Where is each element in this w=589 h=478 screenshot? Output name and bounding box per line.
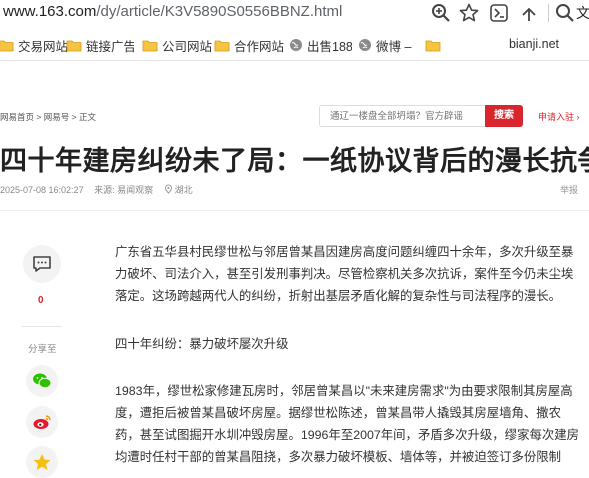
comment-button[interactable]	[23, 245, 61, 283]
bookmark-label: 出售188	[307, 39, 352, 54]
rail-divider	[22, 326, 62, 327]
breadcrumb-separator: >	[71, 112, 79, 122]
bookmark-item[interactable]: 公司网站	[142, 37, 213, 54]
url-host: www.163.com	[3, 3, 97, 20]
bookmark-label: 合作网站	[234, 39, 285, 54]
share-weibo-button[interactable]	[26, 406, 58, 438]
location-icon	[164, 184, 172, 194]
article-meta: 2025-07-08 16:02:27 来源: 易闻观察 湖北	[0, 183, 201, 196]
divider	[0, 210, 589, 211]
breadcrumb-wangyihao[interactable]: 网易号	[44, 112, 70, 122]
folder-icon	[214, 40, 230, 51]
address-bar[interactable]: www.163.com/dy/article/K3V5890S0556BBNZ.…	[0, 0, 589, 27]
article-source[interactable]: 来源: 易闻观察	[94, 185, 153, 195]
report-link[interactable]: 举报	[560, 183, 578, 196]
breadcrumb: 网易首页 > 网易号 > 正文	[0, 111, 96, 123]
url-path: /dy/article/K3V5890S0556BBNZ.html	[96, 3, 343, 20]
search-input[interactable]	[330, 107, 490, 126]
bookmark-label: 公司网站	[162, 39, 213, 54]
qzone-star-icon	[33, 454, 51, 470]
bookmark-item[interactable]: 合作网站	[214, 37, 285, 54]
url-text[interactable]: www.163.com/dy/article/K3V5890S0556BBNZ.…	[3, 3, 342, 20]
bookmark-label: 交易网站	[18, 39, 69, 54]
bookmark-label: 链接广告	[86, 39, 134, 54]
search-icon[interactable]	[554, 2, 576, 24]
toolbar-divider	[548, 4, 549, 22]
weibo-icon	[33, 415, 51, 429]
breadcrumb-separator: >	[36, 112, 44, 122]
share-label: 分享至	[28, 344, 57, 355]
share-qzone-button[interactable]	[26, 446, 58, 478]
breadcrumb-home[interactable]: 网易首页	[0, 112, 34, 122]
bookmark-item[interactable]: 交易网站	[0, 37, 69, 54]
bookmark-label: 微博 –	[376, 39, 412, 54]
zoom-icon[interactable]	[430, 2, 452, 24]
tab-search-icon[interactable]	[518, 2, 540, 24]
star-icon[interactable]	[458, 2, 480, 24]
apply-join-link[interactable]: 申请入驻 ›	[538, 110, 580, 123]
search-button[interactable]: 搜索	[485, 105, 523, 127]
bookmarks-bar: 交易网站 链接广告 公司网站 合作网站 出售188 微博 –	[0, 30, 589, 61]
article-location: 湖北	[174, 185, 193, 195]
bookmark-item[interactable]: 微博 –	[358, 37, 412, 54]
article-subheading: 四十年纠纷：暴力破坏屡次升级	[115, 337, 289, 351]
folder-icon	[425, 40, 441, 51]
breadcrumb-current: 正文	[78, 112, 96, 122]
folder-icon	[142, 40, 158, 51]
article-datetime: 2025-07-08 16:02:27	[0, 185, 84, 195]
extensions-icon[interactable]	[488, 2, 510, 24]
site-search	[319, 105, 490, 127]
search-label[interactable]: 文	[576, 3, 589, 23]
folder-icon	[66, 40, 82, 51]
comment-count[interactable]: 0	[38, 295, 44, 306]
globe-icon	[359, 39, 371, 51]
wechat-icon	[33, 373, 52, 389]
bookmark-item[interactable]: 链接广告	[66, 37, 134, 54]
comment-icon	[33, 256, 51, 272]
share-wechat-button[interactable]	[26, 365, 58, 397]
globe-icon	[290, 39, 302, 51]
bookmark-right-text[interactable]: bianji.net	[509, 37, 559, 51]
folder-icon	[0, 40, 14, 51]
article-title: 四十年建房纠纷未了局：一纸协议背后的漫长抗争	[0, 146, 589, 176]
article-paragraph: 1983年，缪世松家修建瓦房时，邻居曾某昌以"未来建房需求"为由要求限制其房屋高…	[115, 384, 580, 464]
bookmark-item[interactable]: 出售188	[289, 37, 352, 54]
article-paragraph: 广东省五华县村民缪世松与邻居曾某昌因建房高度问题纠缠四十余年，多次升级至暴力破坏…	[115, 245, 574, 303]
bookmark-item[interactable]	[425, 37, 445, 53]
